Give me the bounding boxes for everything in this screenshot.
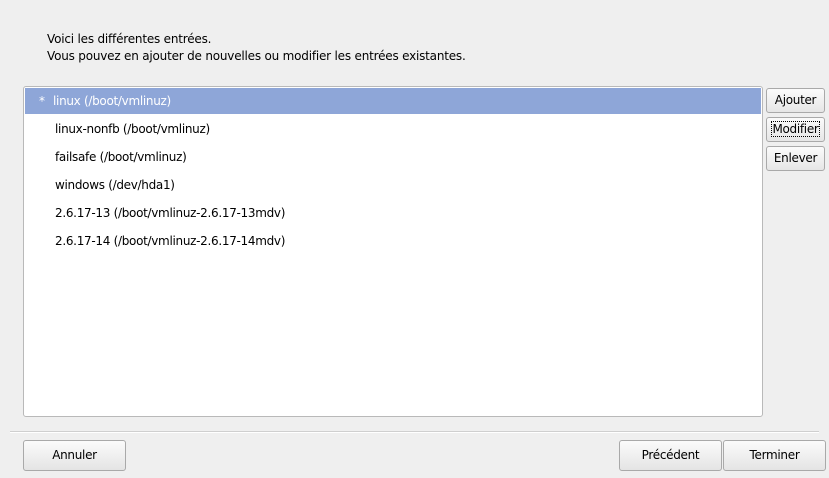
list-item-label: linux (/boot/vmlinuz) bbox=[53, 94, 171, 108]
add-button[interactable]: Ajouter bbox=[766, 88, 825, 113]
list-item[interactable]: failsafe (/boot/vmlinuz) bbox=[25, 144, 761, 170]
list-item-label: 2.6.17-13 (/boot/vmlinuz-2.6.17-13mdv) bbox=[55, 206, 286, 220]
cancel-button-label: Annuler bbox=[52, 448, 97, 462]
default-entry-marker: * bbox=[39, 94, 45, 108]
list-item[interactable]: 2.6.17-14 (/boot/vmlinuz-2.6.17-14mdv) bbox=[25, 228, 761, 254]
modify-button[interactable]: Modifier bbox=[766, 117, 825, 142]
previous-button[interactable]: Précédent bbox=[619, 440, 722, 471]
instructions-line-1: Voici les différentes entrées. bbox=[47, 32, 212, 46]
footer-separator bbox=[10, 431, 819, 433]
instructions-text: Voici les différentes entrées. Vous pouv… bbox=[47, 31, 466, 65]
list-item[interactable]: 2.6.17-13 (/boot/vmlinuz-2.6.17-13mdv) bbox=[25, 200, 761, 226]
instructions-line-2: Vous pouvez en ajouter de nouvelles ou m… bbox=[47, 49, 466, 63]
list-item[interactable]: linux-nonfb (/boot/vmlinuz) bbox=[25, 116, 761, 142]
remove-button-label: Enlever bbox=[773, 151, 818, 165]
boot-entries-list[interactable]: * linux (/boot/vmlinuz) linux-nonfb (/boo… bbox=[23, 86, 763, 417]
previous-button-label: Précédent bbox=[641, 448, 700, 462]
finish-button-label: Terminer bbox=[749, 448, 800, 462]
list-item-label: 2.6.17-14 (/boot/vmlinuz-2.6.17-14mdv) bbox=[55, 234, 286, 248]
list-item-label: windows (/dev/hda1) bbox=[55, 178, 175, 192]
modify-button-label: Modifier bbox=[771, 121, 820, 137]
remove-button[interactable]: Enlever bbox=[766, 146, 825, 171]
cancel-button[interactable]: Annuler bbox=[23, 440, 126, 471]
add-button-label: Ajouter bbox=[774, 93, 817, 107]
list-item[interactable]: windows (/dev/hda1) bbox=[25, 172, 761, 198]
list-item[interactable]: * linux (/boot/vmlinuz) bbox=[25, 88, 761, 114]
finish-button[interactable]: Terminer bbox=[723, 440, 826, 471]
list-item-label: linux-nonfb (/boot/vmlinuz) bbox=[55, 122, 210, 136]
list-item-label: failsafe (/boot/vmlinuz) bbox=[55, 150, 187, 164]
